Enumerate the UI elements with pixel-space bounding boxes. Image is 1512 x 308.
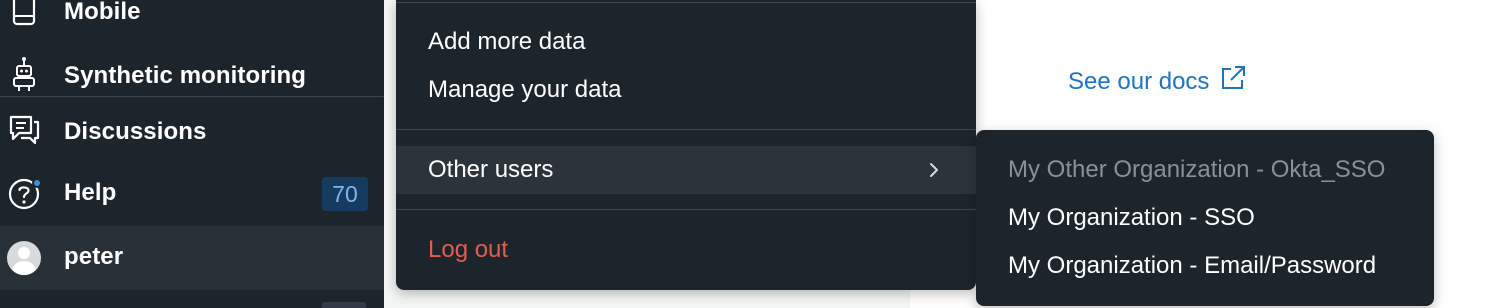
chat-icon	[6, 112, 42, 148]
sidebar-footer-tab	[322, 302, 366, 308]
sidebar-item-help[interactable]: Help 70	[0, 162, 384, 226]
other-users-submenu: My Other Organization - Okta_SSO My Orga…	[976, 130, 1434, 306]
sidebar-item-user-profile[interactable]: peter	[0, 226, 384, 290]
menu-item-manage-your-data[interactable]: Manage your data	[396, 66, 976, 114]
submenu-item-my-organization-sso[interactable]: My Organization - SSO	[976, 194, 1434, 242]
external-link-icon	[1219, 64, 1247, 99]
notification-dot	[32, 178, 42, 188]
sidebar-item-label: Synthetic monitoring	[64, 62, 306, 89]
menu-item-add-more-data[interactable]: Add more data	[396, 18, 976, 66]
sidebar-item-label: Mobile	[64, 0, 141, 25]
robot-icon	[6, 56, 42, 92]
submenu-item-label: My Other Organization - Okta_SSO	[1008, 156, 1386, 183]
submenu-item-my-other-organization-okta-sso: My Other Organization - Okta_SSO	[976, 146, 1434, 194]
sidebar-item-discussions[interactable]: Discussions	[0, 108, 384, 152]
user-menu: Add more data Manage your data Other use…	[396, 0, 976, 290]
notification-badge: 70	[322, 177, 368, 211]
sidebar-item-mobile[interactable]: Mobile	[0, 0, 384, 34]
menu-divider	[396, 209, 976, 210]
sidebar-item-label: Discussions	[64, 118, 207, 145]
submenu-item-label: My Organization - SSO	[1008, 204, 1255, 231]
menu-item-label: Other users	[428, 156, 554, 183]
submenu-item-label: My Organization - Email/Password	[1008, 252, 1377, 279]
menu-item-label: Add more data	[428, 28, 586, 55]
menu-item-label: Manage your data	[428, 76, 622, 103]
avatar	[7, 241, 41, 275]
see-docs-link[interactable]: See our docs	[1068, 64, 1247, 99]
mobile-icon	[6, 0, 42, 30]
docs-link-label: See our docs	[1068, 67, 1210, 95]
menu-item-label: Log out	[428, 236, 509, 263]
chevron-right-icon	[922, 158, 946, 182]
menu-divider	[396, 129, 976, 130]
sidebar-nav: Mobile Synthetic monitoring Discussions …	[0, 0, 384, 308]
sidebar-item-label: peter	[64, 243, 124, 270]
sidebar-divider	[0, 96, 384, 97]
menu-divider	[396, 2, 976, 3]
menu-item-log-out[interactable]: Log out	[396, 226, 976, 274]
menu-item-other-users[interactable]: Other users	[396, 146, 976, 194]
sidebar-item-synthetic-monitoring[interactable]: Synthetic monitoring	[0, 52, 384, 96]
sidebar-item-label: Help	[64, 179, 117, 206]
submenu-item-my-organization-email-password[interactable]: My Organization - Email/Password	[976, 242, 1434, 290]
